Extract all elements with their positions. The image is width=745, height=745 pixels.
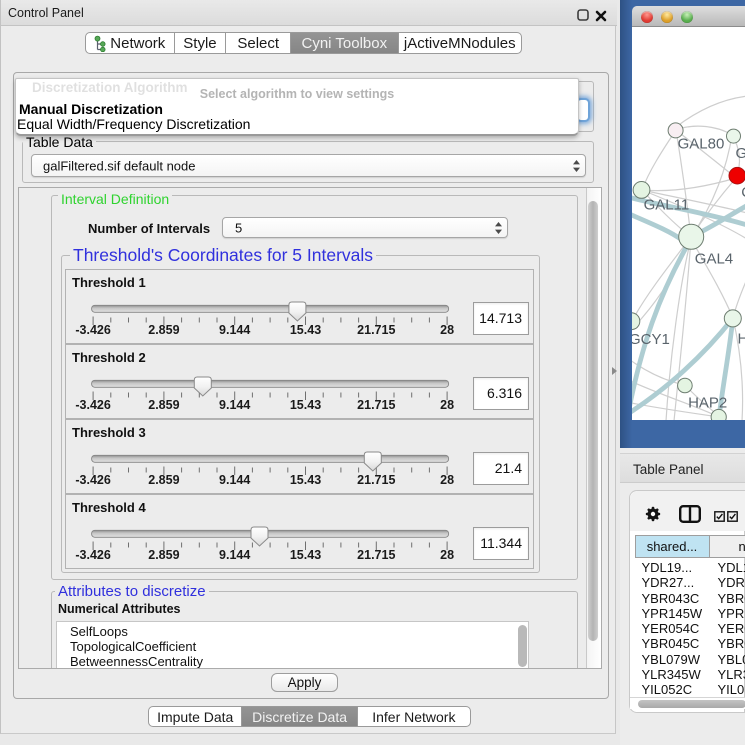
svg-text:15.43: 15.43 [290,323,321,337]
svg-text:-3.426: -3.426 [75,473,110,487]
svg-text:28: 28 [440,323,454,337]
svg-text:2.859: 2.859 [148,473,179,487]
svg-text:15.43: 15.43 [290,548,321,562]
svg-text:9.144: 9.144 [219,323,250,337]
svg-text:2.859: 2.859 [148,323,179,337]
svg-text:GCY1: GCY1 [632,331,670,348]
svg-text:2.859: 2.859 [148,548,179,562]
svg-text:28: 28 [440,473,454,487]
svg-text:GAL11: GAL11 [643,197,689,214]
svg-text:9.144: 9.144 [219,473,250,487]
svg-text:15.43: 15.43 [290,398,321,412]
svg-text:HAP2: HAP2 [688,395,727,412]
svg-text:21.715: 21.715 [357,473,395,487]
svg-text:GA: GA [735,145,745,162]
svg-text:21.715: 21.715 [357,548,395,562]
svg-text:28: 28 [440,398,454,412]
svg-text:9.144: 9.144 [219,548,250,562]
svg-text:21.715: 21.715 [357,323,395,337]
svg-text:15.43: 15.43 [290,473,321,487]
svg-text:2.859: 2.859 [148,398,179,412]
svg-text:28: 28 [440,548,454,562]
svg-text:-3.426: -3.426 [75,548,110,562]
svg-text:9.144: 9.144 [219,398,250,412]
svg-text:21.715: 21.715 [357,398,395,412]
svg-text:-3.426: -3.426 [75,398,110,412]
svg-text:GAL80: GAL80 [677,136,724,153]
svg-text:H: H [737,331,745,348]
svg-text:C: C [741,184,745,201]
svg-text:GAL4: GAL4 [694,251,732,268]
svg-text:-3.426: -3.426 [75,323,110,337]
